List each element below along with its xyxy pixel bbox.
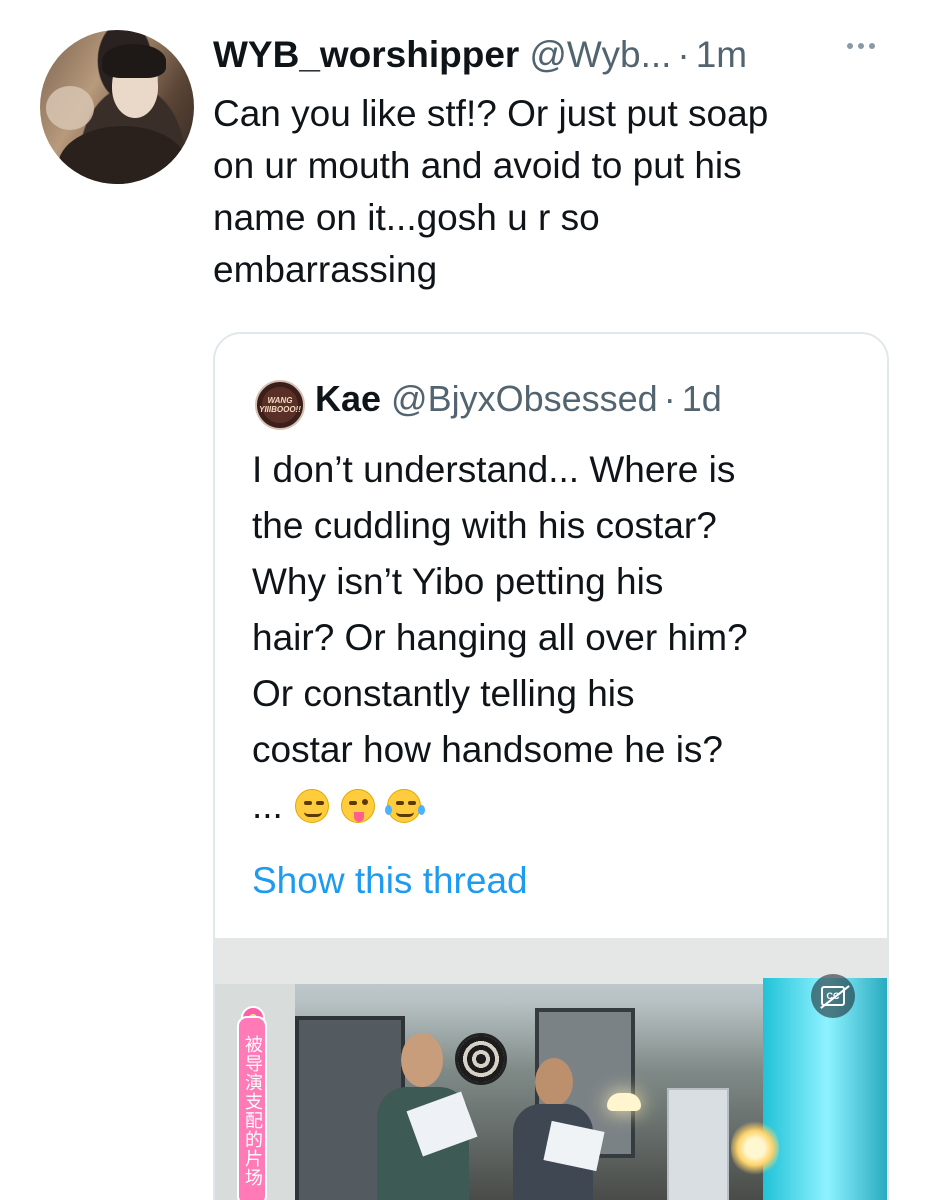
- avatar-logo-text: WANG: [267, 396, 293, 405]
- video-caption-tag: 被导演支配的片场: [237, 1016, 267, 1200]
- video-lamp: [607, 1093, 641, 1111]
- cc-box: CC: [821, 986, 845, 1006]
- emoji-eye: [348, 801, 357, 805]
- emoji-eye: [395, 801, 404, 805]
- smirk-emoji-icon: [294, 789, 329, 823]
- quoted-user-avatar[interactable]: WANG YIIIBOOO!!: [255, 380, 305, 430]
- ellipsis-text: ...: [252, 785, 283, 826]
- emoji-tear: [384, 805, 392, 815]
- quoted-timestamp[interactable]: 1d: [682, 378, 722, 420]
- emoji-mouth: [395, 812, 414, 817]
- video-light-glow: [731, 1118, 779, 1178]
- quoted-text-line: the cuddling with his costar?: [252, 505, 717, 546]
- display-name[interactable]: WYB_worshipper: [213, 34, 519, 76]
- emoji-tear: [417, 805, 425, 815]
- emoji-mouth: [303, 812, 322, 817]
- captions-off-icon[interactable]: CC: [811, 974, 855, 1018]
- laughing-tears-emoji-icon: [384, 789, 425, 823]
- video-media[interactable]: 被导演支配的片场 CC: [215, 938, 887, 1200]
- quoted-tweet-text: I don’t understand... Where is the cuddl…: [252, 442, 882, 834]
- quoted-user-handle[interactable]: @BjyxObsessed: [391, 378, 658, 420]
- person-head: [401, 1033, 443, 1087]
- tweet-text: Can you like stf!? Or just put soap on u…: [213, 88, 903, 296]
- tweet-header: WYB_worshipper @Wyb... · 1m: [213, 34, 747, 76]
- more-dot: [869, 43, 875, 49]
- tweet-text-line: embarrassing: [213, 249, 438, 290]
- video-fridge: [667, 1088, 729, 1200]
- emoji-eye: [407, 801, 416, 805]
- avatar-background-shape: [46, 86, 94, 130]
- avatar-hair: [102, 44, 166, 78]
- emoji-line: ...: [252, 778, 882, 834]
- quoted-tweet-card[interactable]: WANG YIIIBOOO!! Kae @BjyxObsessed · 1d I…: [213, 332, 889, 1200]
- winking-tongue-emoji-icon: [340, 789, 375, 823]
- emoji-eye: [315, 801, 324, 805]
- timestamp[interactable]: 1m: [696, 34, 747, 76]
- person-head: [535, 1058, 573, 1106]
- emoji-tongue: [353, 812, 364, 822]
- more-dot: [858, 43, 864, 49]
- avatar-hoodie: [58, 126, 188, 184]
- tweet-text-line: name on it...gosh u r so: [213, 197, 600, 238]
- avatar-logo-text: YIIIBOOO!!: [259, 405, 301, 414]
- quoted-text-line: Why isn’t Yibo petting his: [252, 561, 664, 602]
- show-thread-link[interactable]: Show this thread: [252, 860, 528, 902]
- separator-dot: ·: [663, 378, 676, 419]
- emoji-eye: [303, 801, 312, 805]
- user-avatar[interactable]: [40, 30, 194, 184]
- tweet-text-line: on ur mouth and avoid to put his: [213, 145, 742, 186]
- quoted-text-line: Or constantly telling his: [252, 673, 635, 714]
- quoted-text-line: costar how handsome he is?: [252, 729, 723, 770]
- emoji-eye: [361, 799, 368, 805]
- quoted-tweet-header: Kae @BjyxObsessed · 1d: [315, 378, 722, 420]
- more-icon[interactable]: [847, 36, 883, 56]
- more-dot: [847, 43, 853, 49]
- quoted-text-line: I don’t understand... Where is: [252, 449, 736, 490]
- quoted-text-line: hair? Or hanging all over him?: [252, 617, 748, 658]
- separator-dot: ·: [677, 34, 690, 75]
- quoted-display-name[interactable]: Kae: [315, 378, 381, 420]
- tweet[interactable]: WYB_worshipper @Wyb... · 1m Can you like…: [0, 0, 928, 1200]
- tweet-text-line: Can you like stf!? Or just put soap: [213, 93, 769, 134]
- user-handle[interactable]: @Wyb...: [529, 34, 671, 76]
